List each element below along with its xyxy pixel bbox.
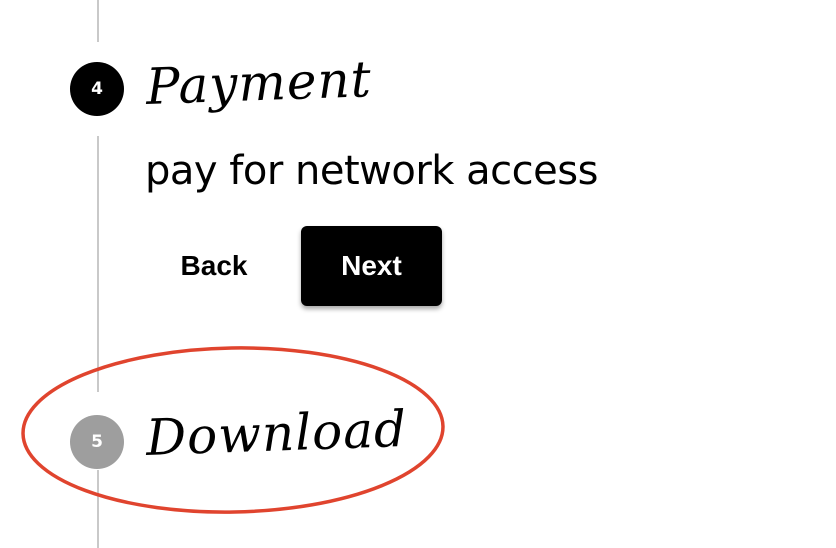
step-title-payment: Payment: [144, 50, 373, 116]
step-number-badge: 5: [70, 415, 124, 469]
step-number-badge: 4: [70, 62, 124, 116]
next-button[interactable]: Next: [301, 226, 442, 306]
back-button[interactable]: Back: [162, 226, 266, 306]
stepper-page: 4 Payment pay for network access Back Ne…: [0, 0, 836, 548]
stepper-connector-line: [97, 136, 99, 392]
step-description: pay for network access: [145, 148, 598, 194]
stepper-connector-line: [97, 470, 99, 548]
step-title-download: Download: [144, 399, 408, 467]
stepper-connector-line: [97, 0, 99, 42]
